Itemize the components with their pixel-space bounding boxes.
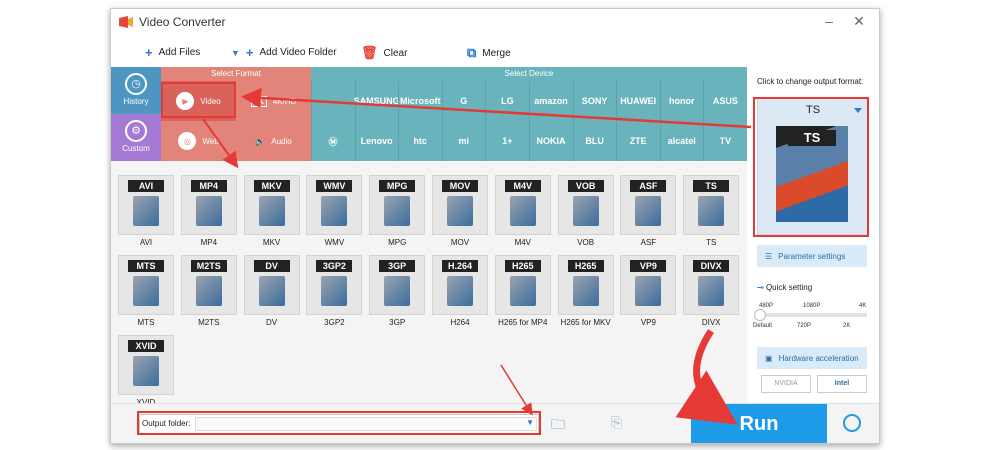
app-window: Video Converter – ✕ + Add Files ▼ + Add … — [110, 8, 880, 444]
arrow-to-format-grid — [202, 118, 239, 169]
arrow-to-output-folder — [500, 364, 533, 416]
annotation-arrows — [202, 87, 752, 425]
arrow-to-video — [241, 87, 752, 129]
arrow-to-run — [675, 329, 738, 425]
